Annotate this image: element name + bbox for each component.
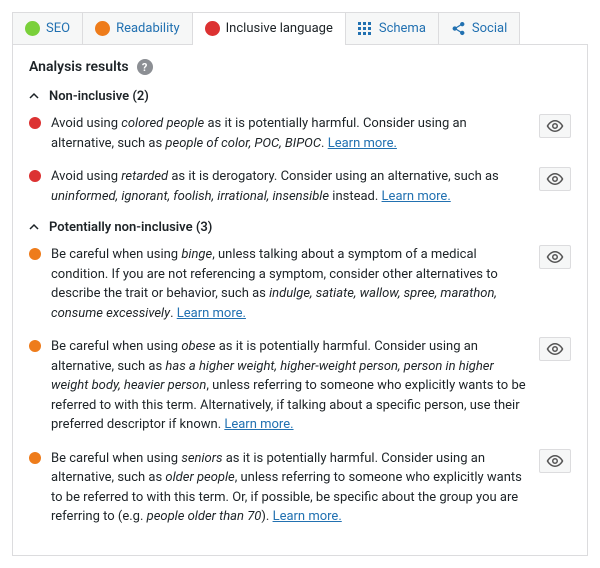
analysis-item: Be careful when using seniors as it is p… [29, 449, 571, 527]
tab-label: Schema [379, 21, 426, 36]
learn-more-link[interactable]: Learn more. [273, 509, 342, 524]
tab-inclusive-language[interactable]: Inclusive language [192, 12, 346, 44]
highlight-toggle-button[interactable] [539, 167, 571, 191]
status-dot-orange-icon [29, 452, 41, 464]
share-icon [451, 21, 466, 36]
tab-seo[interactable]: SEO [12, 12, 83, 44]
results-title: Analysis results [29, 59, 129, 75]
eye-icon [546, 452, 564, 470]
item-text: Be careful when using obese as it is pot… [51, 337, 529, 435]
highlight-toggle-button[interactable] [539, 337, 571, 361]
learn-more-link[interactable]: Learn more. [328, 136, 397, 151]
tab-social[interactable]: Social [438, 12, 520, 44]
status-dot-orange-icon [29, 340, 41, 352]
learn-more-link[interactable]: Learn more. [177, 306, 246, 321]
highlight-toggle-button[interactable] [539, 114, 571, 138]
help-icon[interactable]: ? [137, 59, 153, 75]
analysis-item: Be careful when using binge, unless talk… [29, 245, 571, 323]
grid-icon [358, 21, 373, 36]
status-dot-orange-icon [29, 248, 41, 260]
sad-face-icon [205, 21, 220, 36]
tab-label: Readability [116, 21, 180, 36]
learn-more-link[interactable]: Learn more. [382, 189, 451, 204]
highlight-toggle-button[interactable] [539, 245, 571, 269]
smile-icon [25, 21, 40, 36]
group-label: Non-inclusive (2) [49, 89, 149, 104]
learn-more-link[interactable]: Learn more. [224, 417, 293, 432]
group-label: Potentially non-inclusive (3) [49, 220, 212, 235]
analysis-panel: Analysis results ? Non-inclusive (2) Avo… [12, 45, 588, 556]
eye-icon [546, 170, 564, 188]
tab-bar: SEO Readability Inclusive language Schem… [12, 12, 588, 45]
tab-label: Social [472, 21, 507, 36]
chevron-up-icon [29, 92, 39, 102]
neutral-face-icon [95, 21, 110, 36]
analysis-item: Avoid using colored people as it is pote… [29, 114, 571, 153]
item-text: Be careful when using binge, unless talk… [51, 245, 529, 323]
analysis-results-heading: Analysis results ? [29, 59, 571, 75]
item-text: Avoid using retarded as it is derogatory… [51, 167, 529, 206]
analysis-item: Avoid using retarded as it is derogatory… [29, 167, 571, 206]
tab-label: SEO [46, 21, 70, 36]
item-text: Avoid using colored people as it is pote… [51, 114, 529, 153]
item-text: Be careful when using seniors as it is p… [51, 449, 529, 527]
group-toggle-potentially-non-inclusive[interactable]: Potentially non-inclusive (3) [29, 220, 571, 235]
tab-schema[interactable]: Schema [345, 12, 439, 44]
group-toggle-non-inclusive[interactable]: Non-inclusive (2) [29, 89, 571, 104]
eye-icon [546, 117, 564, 135]
highlight-toggle-button[interactable] [539, 449, 571, 473]
eye-icon [546, 248, 564, 266]
tab-label: Inclusive language [226, 21, 333, 36]
status-dot-red-icon [29, 170, 41, 182]
status-dot-red-icon [29, 117, 41, 129]
chevron-up-icon [29, 223, 39, 233]
tab-readability[interactable]: Readability [82, 12, 193, 44]
eye-icon [546, 340, 564, 358]
analysis-item: Be careful when using obese as it is pot… [29, 337, 571, 435]
